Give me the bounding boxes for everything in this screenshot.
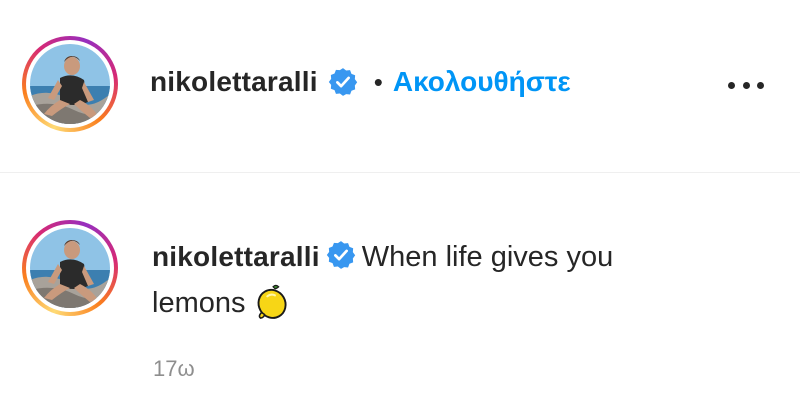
more-horizontal-icon-dot	[742, 81, 750, 89]
more-horizontal-icon	[728, 81, 735, 89]
profile-avatar[interactable]	[22, 36, 118, 132]
caption-text: nikolettaralli When life gives you lemons	[152, 234, 772, 326]
avatar-inner	[26, 224, 114, 312]
avatar-photo	[30, 44, 110, 124]
avatar-image	[30, 44, 110, 124]
separator-dot: •	[373, 66, 383, 97]
avatar-photo	[30, 228, 110, 308]
verified-badge-icon	[328, 67, 358, 97]
more-horizontal-icon-dot	[757, 81, 764, 89]
header-divider	[0, 172, 800, 173]
caption-username-link[interactable]: nikolettaralli	[152, 241, 320, 272]
post-timestamp[interactable]: 17ω	[153, 356, 195, 382]
caption-avatar[interactable]	[22, 220, 118, 316]
caption-line-2: lemons	[152, 287, 246, 319]
more-options-button[interactable]	[724, 70, 768, 100]
lemon-emoji-icon	[257, 285, 287, 320]
post-header: nikolettaralli • Ακολουθήστε	[0, 0, 800, 172]
avatar-image	[30, 228, 110, 308]
header-username-link[interactable]: nikolettaralli	[150, 66, 318, 98]
caption-line-1: When life gives you	[361, 241, 614, 273]
follow-button[interactable]: Ακολουθήστε	[393, 66, 571, 98]
avatar-inner	[26, 40, 114, 128]
verified-badge-icon	[326, 240, 356, 270]
header-row: nikolettaralli • Ακολουθήστε	[150, 62, 571, 102]
